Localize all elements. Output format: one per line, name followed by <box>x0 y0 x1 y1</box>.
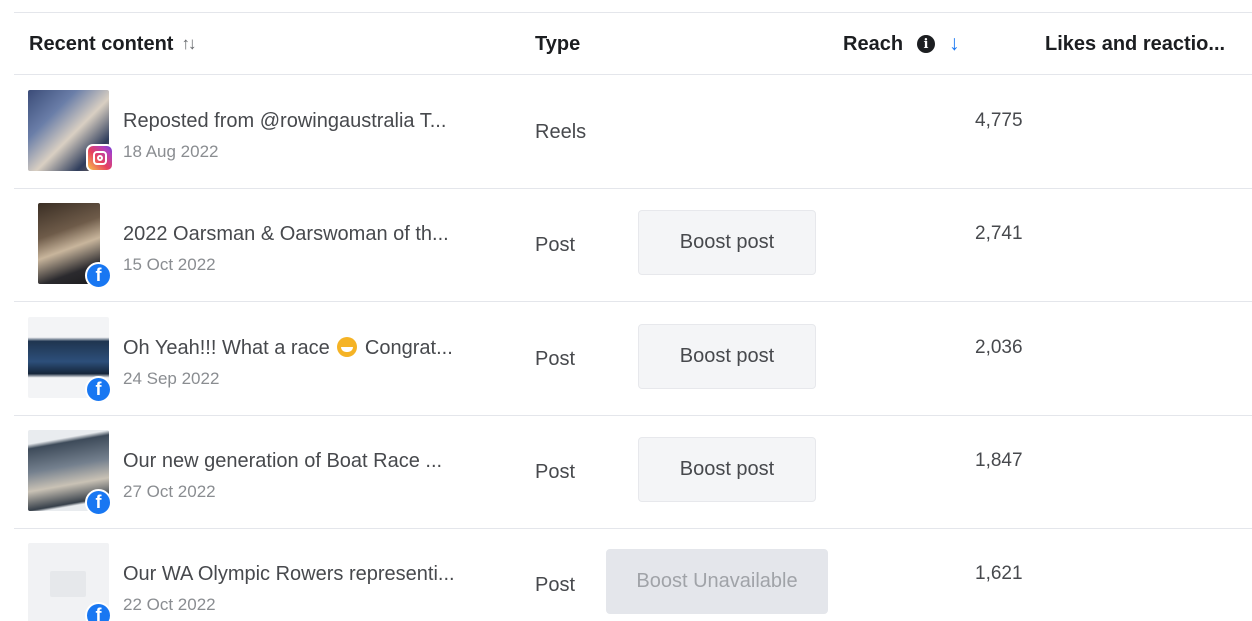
post-date: 27 Oct 2022 <box>123 482 216 501</box>
reach-value: 1,621 <box>975 563 1023 584</box>
table-row[interactable]: f Oh Yeah!!! What a race Congrat... 24 S… <box>14 303 1252 416</box>
table-row[interactable]: Reposted from @rowingaustralia T... 18 A… <box>14 76 1252 189</box>
table-row[interactable]: f Our WA Olympic Rowers representi... 22… <box>14 529 1252 621</box>
facebook-icon: f <box>85 262 112 289</box>
post-title[interactable]: Our new generation of Boat Race ... <box>123 450 513 473</box>
post-type: Post <box>535 233 576 256</box>
instagram-icon <box>86 144 114 172</box>
post-title[interactable]: Reposted from @rowingaustralia T... <box>123 110 513 133</box>
post-title[interactable]: 2022 Oarsman & Oarswoman of th... <box>123 223 513 246</box>
reach-value: 1,847 <box>975 450 1023 471</box>
reach-value: 2,036 <box>975 337 1023 358</box>
content-table: Recent content ↑↓ Type Reach i ↓ Likes a… <box>14 12 1252 621</box>
post-title[interactable]: Oh Yeah!!! What a race Congrat... <box>123 337 513 360</box>
column-header-likes[interactable]: Likes and reactio... <box>1045 13 1225 75</box>
boost-post-button[interactable]: Boost post <box>638 437 816 502</box>
table-header: Recent content ↑↓ Type Reach i ↓ Likes a… <box>14 13 1252 75</box>
boost-post-button[interactable]: Boost post <box>638 210 816 275</box>
post-type: Reels <box>535 120 587 143</box>
post-type: Post <box>535 347 576 370</box>
post-date: 24 Sep 2022 <box>123 369 220 388</box>
post-date: 15 Oct 2022 <box>123 255 216 274</box>
boost-post-button[interactable]: Boost post <box>638 324 816 389</box>
placeholder-image-icon <box>50 571 86 597</box>
column-header-type[interactable]: Type <box>535 13 580 75</box>
reach-value: 2,741 <box>975 223 1023 244</box>
grinning-emoji-icon <box>337 337 358 357</box>
column-header-reach[interactable]: Reach i ↓ <box>843 13 960 75</box>
post-date: 18 Aug 2022 <box>123 142 219 161</box>
facebook-icon: f <box>85 376 112 403</box>
column-header-recent-content[interactable]: Recent content ↑↓ <box>29 13 196 75</box>
sort-icon[interactable]: ↑↓ <box>181 34 196 54</box>
table-row[interactable]: f 2022 Oarsman & Oarswoman of th... 15 O… <box>14 189 1252 302</box>
facebook-icon: f <box>85 489 112 516</box>
post-title[interactable]: Our WA Olympic Rowers representi... <box>123 563 513 586</box>
table-row[interactable]: f Our new generation of Boat Race ... 27… <box>14 416 1252 529</box>
post-date: 22 Oct 2022 <box>123 595 216 614</box>
reach-value: 4,775 <box>975 110 1023 131</box>
post-type: Post <box>535 573 576 596</box>
sort-descending-icon[interactable]: ↓ <box>949 32 960 56</box>
boost-unavailable-button: Boost Unavailable <box>606 549 828 614</box>
info-icon[interactable]: i <box>917 35 936 53</box>
post-type: Post <box>535 460 576 483</box>
